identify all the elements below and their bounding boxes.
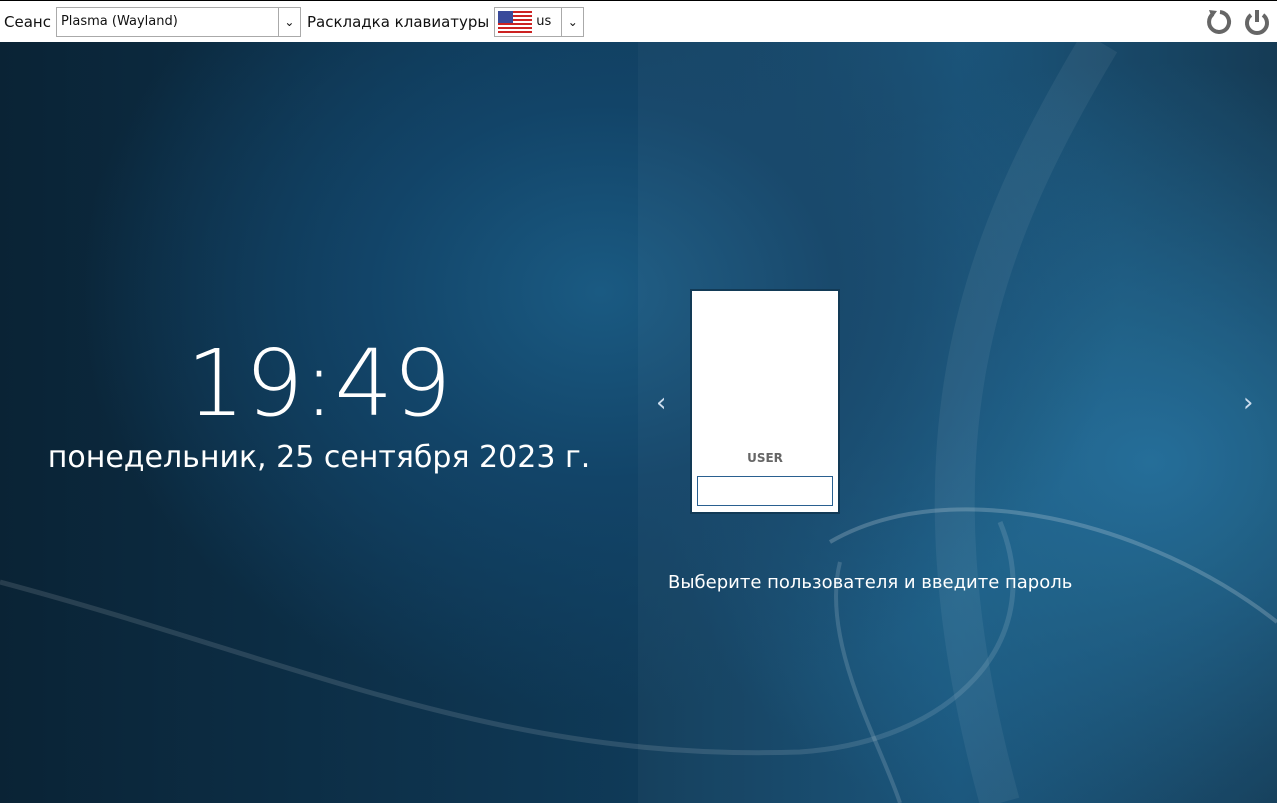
- session-select[interactable]: Plasma (Wayland) ⌄: [55, 6, 301, 37]
- clock-date: понедельник, 25 сентября 2023 г.: [47, 440, 591, 475]
- login-hint: Выберите пользователя и введите пароль: [668, 572, 1073, 593]
- top-bar: Сеанс Plasma (Wayland) ⌄ Раскладка клави…: [0, 0, 1277, 42]
- password-input[interactable]: [697, 476, 833, 506]
- session-value: Plasma (Wayland): [60, 14, 178, 29]
- us-flag-icon: [498, 10, 533, 33]
- power-icon[interactable]: [1242, 7, 1272, 37]
- prev-user-button[interactable]: ‹: [656, 388, 666, 418]
- chevron-down-icon: ⌄: [561, 7, 583, 36]
- user-card[interactable]: USER: [690, 289, 840, 514]
- session-label: Сеанс: [4, 12, 51, 31]
- chevron-down-icon: ⌄: [277, 7, 300, 36]
- keyboard-layout-select[interactable]: us ⌄: [494, 6, 585, 37]
- next-user-button[interactable]: ›: [1243, 388, 1253, 418]
- clock-time: 19:49: [186, 330, 452, 437]
- user-name: USER: [747, 451, 783, 465]
- keyboard-layout-value: us: [536, 14, 552, 29]
- keyboard-layout-label: Раскладка клавиатуры: [306, 12, 490, 31]
- restart-icon[interactable]: [1204, 7, 1234, 37]
